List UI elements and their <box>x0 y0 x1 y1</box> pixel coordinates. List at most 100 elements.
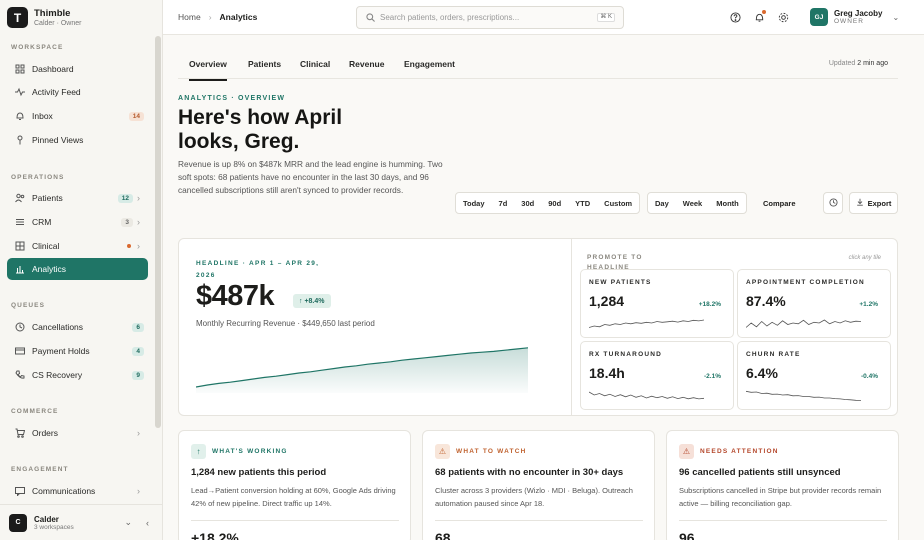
tab-revenue[interactable]: Revenue <box>349 59 384 79</box>
updated-label: Updated <box>828 60 856 67</box>
sparkline <box>589 319 704 328</box>
brand[interactable]: T Thimble Calder · Owner <box>7 7 81 28</box>
tile-hint: click any tile <box>848 255 881 261</box>
history-button[interactable] <box>823 192 843 214</box>
chevron-down-icon[interactable]: ⌄ <box>124 517 132 528</box>
granularity-month[interactable]: Month <box>709 199 746 208</box>
kpi-tile-appointment-completion[interactable]: APPOINTMENT COMPLETION 87.4% +1.2% <box>737 269 891 338</box>
user-name: Greg Jacoby <box>834 9 883 18</box>
chevron-right-icon: › <box>137 428 140 438</box>
kpi-tile-churn-rate[interactable]: CHURN RATE 6.4% -0.4% <box>737 341 891 410</box>
warning-icon: ⚠ <box>679 444 694 459</box>
headline-period: HEADLINE · APR 1 – APR 29, 2026 <box>196 260 320 279</box>
notifications-icon[interactable] <box>752 10 767 25</box>
tile-value: 87.4% <box>746 293 786 309</box>
tile-value: 6.4% <box>746 365 778 381</box>
sidebar-item-inbox[interactable]: Inbox 14 <box>7 105 148 127</box>
sidebar-item-patients[interactable]: Patients 12 › <box>7 187 148 209</box>
global-search[interactable]: ⌘ K <box>356 6 624 29</box>
insight-metric: 68 <box>435 530 451 540</box>
insight-card-attention[interactable]: ⚠ NEEDS ATTENTION 96 cancelled patients … <box>666 430 899 540</box>
tile-delta: +1.2% <box>859 301 878 308</box>
analytics-tabs: Overview Patients Clinical Revenue Engag… <box>178 36 898 81</box>
sidebar-item-clinical[interactable]: Clinical › <box>7 235 148 257</box>
user-menu[interactable]: GJ Greg Jacoby OWNER ⌄ <box>810 8 899 26</box>
sidebar-item-crm[interactable]: CRM 3 › <box>7 211 148 233</box>
sidebar-item-cancellations[interactable]: Cancellations 6 <box>7 316 148 338</box>
help-icon[interactable] <box>728 10 743 25</box>
section-queues: QUEUES <box>11 302 46 309</box>
section-engagement: ENGAGEMENT <box>11 466 69 473</box>
sidebar-item-pinned-views[interactable]: Pinned Views <box>7 129 148 151</box>
status-dot <box>127 244 131 248</box>
tile-value: 1,284 <box>589 293 625 309</box>
compare-toggle[interactable]: Compare <box>753 193 806 213</box>
download-icon <box>856 198 864 208</box>
granularity-week[interactable]: Week <box>676 199 709 208</box>
brand-name: Thimble <box>34 8 71 19</box>
payment-holds-count-badge: 4 <box>132 346 144 356</box>
range-90d[interactable]: 90d <box>541 199 568 208</box>
insight-metric: 96 <box>679 530 695 540</box>
range-ytd[interactable]: YTD <box>568 199 597 208</box>
insight-card-watch[interactable]: ⚠ WHAT TO WATCH 68 patients with no enco… <box>422 430 655 540</box>
range-custom[interactable]: Custom <box>597 199 639 208</box>
granularity-day[interactable]: Day <box>648 199 676 208</box>
tab-clinical[interactable]: Clinical <box>300 59 330 79</box>
insight-title: 68 patients with no encounter in 30+ day… <box>435 467 624 478</box>
range-7d[interactable]: 7d <box>492 199 515 208</box>
tile-delta: -0.4% <box>861 373 878 380</box>
card-icon <box>15 346 25 356</box>
updated-value: 2 min ago <box>857 60 888 67</box>
sidebar-item-label: Inbox <box>32 111 53 121</box>
sidebar-item-communications[interactable]: Communications › <box>7 480 148 502</box>
sidebar-item-dashboard[interactable]: Dashboard <box>7 58 148 80</box>
insight-card-working[interactable]: ↑ WHAT'S WORKING 1,284 new patients this… <box>178 430 411 540</box>
tab-overview[interactable]: Overview <box>189 59 227 81</box>
insight-metric: +18.2% <box>191 530 239 540</box>
tab-patients[interactable]: Patients <box>248 59 281 79</box>
tile-label: APPOINTMENT COMPLETION <box>746 279 865 286</box>
kpi-tile-rx-turnaround[interactable]: RX TURNAROUND 18.4h -2.1% <box>580 341 734 410</box>
sparkline <box>746 390 861 401</box>
tile-delta: -2.1% <box>704 373 721 380</box>
sidebar-item-payment-holds[interactable]: Payment Holds 4 <box>7 340 148 362</box>
sidebar-item-activity-feed[interactable]: Activity Feed <box>7 81 148 103</box>
sidebar-item-label: Analytics <box>32 264 67 274</box>
tab-engagement[interactable]: Engagement <box>404 59 455 79</box>
clock-icon <box>828 196 838 210</box>
sidebar-scrollbar[interactable] <box>155 36 161 428</box>
divider <box>571 239 572 415</box>
chevron-right-icon: › <box>208 12 212 22</box>
kpi-tile-new-patients[interactable]: NEW PATIENTS 1,284 +18.2% <box>580 269 734 338</box>
headline-value: $487k <box>196 280 275 312</box>
gear-icon[interactable] <box>776 10 791 25</box>
patients-count-badge: 12 <box>117 193 133 203</box>
insight-tag: WHAT TO WATCH <box>456 448 527 455</box>
collapse-sidebar-icon[interactable]: ‹ <box>146 518 149 528</box>
page-summary: Revenue is up 8% on $487k MRR and the le… <box>178 159 443 195</box>
activity-icon <box>15 87 25 97</box>
range-today[interactable]: Today <box>456 199 492 208</box>
notification-dot <box>762 10 766 14</box>
tile-value: 18.4h <box>589 365 625 381</box>
cart-icon <box>15 428 25 438</box>
section-commerce: COMMERCE <box>11 408 59 415</box>
users-icon <box>15 193 25 203</box>
divider <box>435 520 643 521</box>
sidebar-item-cs-recovery[interactable]: CS Recovery 9 <box>7 364 148 386</box>
sidebar-item-orders[interactable]: Orders › <box>7 422 148 444</box>
export-button[interactable]: Export <box>849 192 898 214</box>
message-icon <box>15 486 25 496</box>
user-role: OWNER <box>834 18 864 25</box>
sidebar-item-label: Dashboard <box>32 64 74 74</box>
chevron-right-icon: › <box>137 486 140 496</box>
range-30d[interactable]: 30d <box>514 199 541 208</box>
breadcrumb-home[interactable]: Home <box>178 12 201 22</box>
crm-count-badge: 3 <box>121 217 133 227</box>
sidebar-item-analytics[interactable]: Analytics <box>7 258 148 280</box>
workspace-switcher[interactable]: C Calder 3 workspaces ⌄ ‹ <box>0 504 163 540</box>
sidebar-item-label: Clinical <box>32 241 60 251</box>
search-input[interactable] <box>380 13 598 22</box>
shortcut-hint: ⌘ K <box>597 13 615 22</box>
